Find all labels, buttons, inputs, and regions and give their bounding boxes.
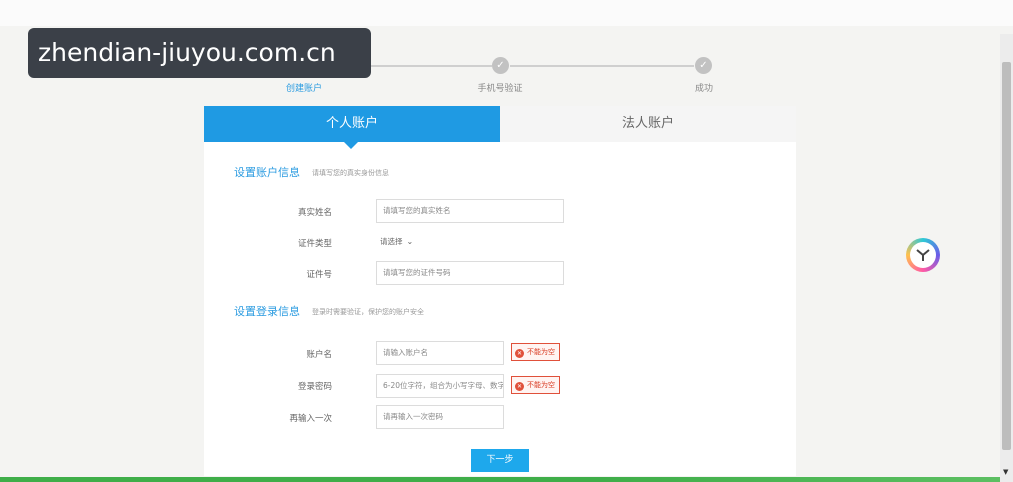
real-name-label: 真实姓名: [297, 208, 332, 218]
id-type-label: 证件类型: [297, 239, 332, 249]
real-name-input[interactable]: 请填写您的真实姓名: [376, 199, 564, 223]
step-2-check-icon: ✓: [492, 57, 509, 74]
password-input[interactable]: 6-20位字符，组合为小写字母、数字: [376, 374, 504, 398]
scroll-down-icon[interactable]: ▼: [1003, 468, 1008, 476]
step-3-label: 成功: [694, 84, 714, 94]
id-number-input[interactable]: 请填写您的证件号码: [376, 261, 564, 285]
login-info-title: 设置登录信息: [234, 305, 300, 318]
assistant-glyph-icon: [916, 249, 930, 261]
top-band: [0, 0, 1013, 26]
account-type-tabs: 个人账户 法人账户: [204, 106, 796, 142]
id-number-label: 证件号: [306, 270, 332, 280]
active-tab-pointer: [344, 142, 358, 149]
id-type-select[interactable]: 请选择 ⌄: [376, 234, 413, 250]
next-step-button[interactable]: 下一步: [471, 449, 529, 472]
username-input[interactable]: 请输入账户名: [376, 341, 504, 365]
page-scrollbar[interactable]: ▼: [1000, 34, 1013, 482]
confirm-password-label: 再输入一次: [289, 414, 332, 424]
watermark-badge: zhendian-jiuyou.com.cn: [28, 28, 371, 78]
bottom-progress-bar: [0, 477, 1000, 482]
chevron-down-icon: ⌄: [406, 237, 414, 246]
step-3-check-icon: ✓: [695, 57, 712, 74]
confirm-password-input[interactable]: 请再输入一次密码: [376, 405, 504, 429]
scrollbar-thumb[interactable]: [1002, 62, 1011, 450]
assistant-logo-inner: [910, 242, 936, 268]
username-label: 账户名: [306, 350, 332, 360]
password-error: ✕ 不能为空: [511, 376, 560, 394]
login-info-hint: 登录时需要验证，保护您的账户安全: [312, 308, 424, 316]
assistant-logo-icon[interactable]: [906, 238, 940, 272]
tab-personal-account[interactable]: 个人账户: [204, 106, 500, 142]
password-label: 登录密码: [297, 382, 332, 392]
step-2-label: 手机号验证: [477, 84, 523, 94]
close-circle-icon: ✕: [515, 382, 524, 391]
registration-card: 个人账户 法人账户 设置账户信息 请填写您的真实身份信息 真实姓名 请填写您的真…: [204, 106, 796, 476]
step-1-label: 创建账户: [285, 84, 323, 94]
account-info-title: 设置账户信息: [234, 166, 300, 179]
username-error: ✕ 不能为空: [511, 343, 560, 361]
tab-corporate-account[interactable]: 法人账户: [500, 106, 796, 142]
account-info-hint: 请填写您的真实身份信息: [312, 169, 389, 177]
id-type-value: 请选择: [380, 237, 403, 246]
close-circle-icon: ✕: [515, 349, 524, 358]
password-error-text: 不能为空: [527, 381, 555, 389]
username-error-text: 不能为空: [527, 348, 555, 356]
step-connector: [510, 65, 694, 67]
